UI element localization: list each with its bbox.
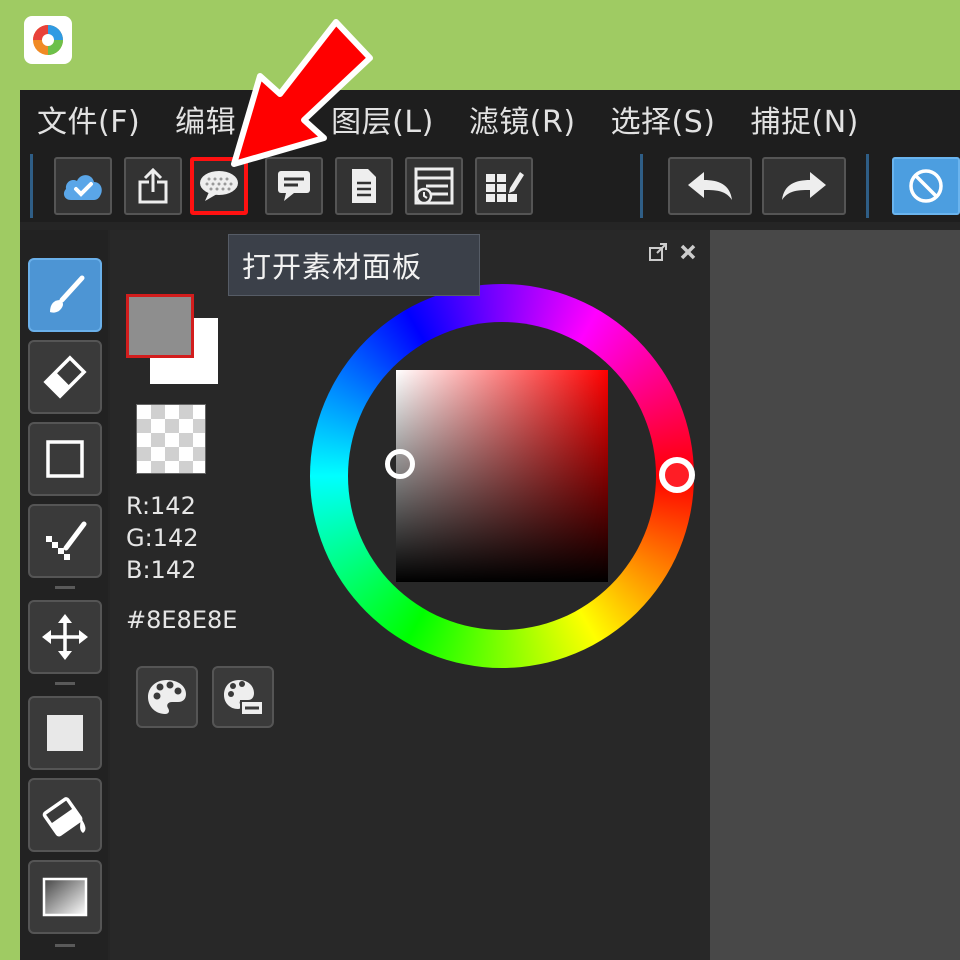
app-window: 文件(F) 编辑 图层(L) 滤镜(R) 选择(S) 捕捉(N) 打开素材面板 … [20,90,960,960]
green-value-label: G:142 [126,524,199,552]
hex-value-label: #8E8E8E [126,606,238,634]
eraser-icon [43,355,87,399]
tool-group-divider [55,586,75,589]
move-tool-button[interactable] [28,600,102,674]
rectangle-tool-button[interactable] [28,422,102,496]
tool-group-divider [55,682,75,685]
hue-marker[interactable] [659,457,695,493]
menu-filter[interactable]: 滤镜(R) [452,97,594,141]
bucket-tool-button[interactable] [28,778,102,852]
transparent-color-swatch[interactable] [136,404,206,474]
medibang-logo-icon [33,25,63,55]
menu-bar: 文件(F) 编辑 图层(L) 滤镜(R) 选择(S) 捕捉(N) [20,90,960,148]
saturation-value-square[interactable] [396,370,608,582]
menu-snap[interactable]: 捕捉(N) [734,97,877,141]
palette-settings-icon [224,680,264,716]
share-upload-icon [138,167,168,204]
gradient-tool-button[interactable] [28,860,102,934]
palette-button[interactable] [136,666,198,728]
page-list-icon [414,167,454,205]
blue-value-label: B:142 [126,556,197,584]
menu-select[interactable]: 选择(S) [594,97,734,141]
palette-settings-button[interactable] [212,666,274,728]
canvas-area[interactable] [710,230,960,960]
redo-button[interactable] [762,157,846,215]
paint-bucket-icon [42,797,86,837]
red-pointer-arrow [231,19,373,167]
fill-shape-tool-button[interactable] [28,696,102,770]
undo-button[interactable] [668,157,752,215]
move-arrows-icon [42,614,88,660]
dot-pen-icon [46,521,87,560]
cloud-sync-button[interactable] [54,157,112,215]
toolbar-separator [866,154,869,218]
close-icon[interactable] [676,240,700,264]
square-fill-icon [47,715,83,751]
brush-icon [50,275,85,313]
material-panel-tooltip: 打开素材面板 [228,234,480,296]
app-icon[interactable] [24,16,72,64]
menu-file[interactable]: 文件(F) [20,97,158,141]
palette-icon [148,680,186,714]
cloud-check-icon [63,175,102,200]
red-value-label: R:142 [126,492,196,520]
popout-icon[interactable] [646,240,670,264]
eraser-tool-button[interactable] [28,340,102,414]
saturation-value-marker[interactable] [385,449,415,479]
undo-arrow-icon [688,172,732,200]
foreground-color-swatch[interactable] [126,294,194,358]
dot-pen-tool-button[interactable] [28,504,102,578]
edit-grid-button[interactable] [475,157,533,215]
gradient-icon [42,877,88,917]
rectangle-icon [46,440,84,478]
tool-panel [20,230,108,960]
toolbar [20,148,960,222]
grid-edit-icon [486,172,524,202]
tool-group-divider [55,944,75,947]
page-manager-button[interactable] [405,157,463,215]
share-button[interactable] [124,157,182,215]
color-panel: R:142 G:142 B:142 #8E8E8E [110,230,710,960]
prohibit-button[interactable] [892,157,960,215]
redo-arrow-icon [782,172,826,200]
brush-tool-button[interactable] [28,258,102,332]
toolbar-separator [30,154,33,218]
toolbar-separator [640,154,643,218]
prohibited-icon [909,169,943,203]
